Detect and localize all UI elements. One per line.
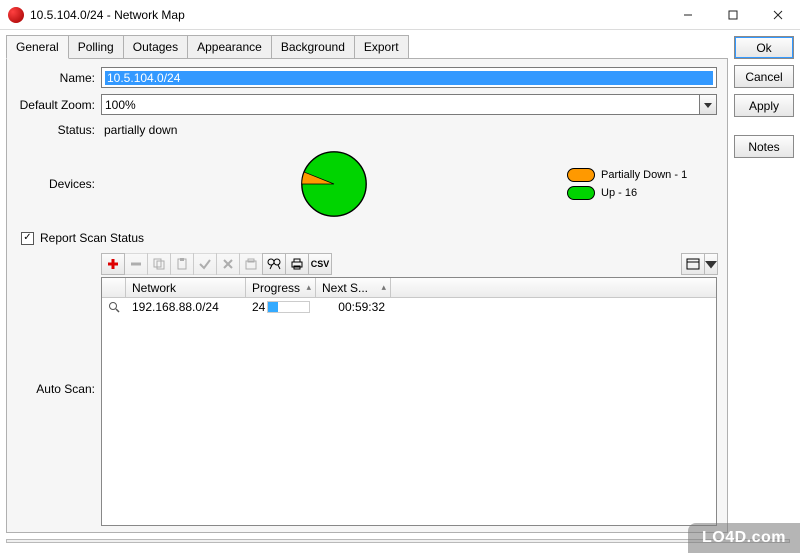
maximize-button[interactable] xyxy=(710,0,755,29)
zoom-dropdown-button[interactable] xyxy=(700,94,717,115)
layout-button[interactable] xyxy=(681,253,705,275)
status-strip xyxy=(6,539,790,543)
name-input[interactable]: 10.5.104.0/24 xyxy=(101,67,717,88)
notes-button[interactable]: Notes xyxy=(734,135,794,158)
remove-button[interactable] xyxy=(124,253,148,275)
autoscan-toolbar: CSV xyxy=(101,251,717,277)
tab-appearance[interactable]: Appearance xyxy=(187,35,272,59)
devices-label: Devices: xyxy=(17,177,101,191)
copy-button[interactable] xyxy=(147,253,171,275)
zoom-label: Default Zoom: xyxy=(17,98,101,112)
col-progress[interactable]: Progress▴ xyxy=(246,278,316,297)
apply-button[interactable]: Apply xyxy=(734,94,794,117)
accept-button[interactable] xyxy=(193,253,217,275)
progress-bar xyxy=(267,301,310,313)
watermark: LO4D.com xyxy=(688,523,800,553)
window-title: 10.5.104.0/24 - Network Map xyxy=(30,8,665,22)
col-next[interactable]: Next S...▴ xyxy=(316,278,391,297)
cancel-button[interactable]: Cancel xyxy=(734,65,794,88)
tab-background[interactable]: Background xyxy=(271,35,355,59)
autoscan-list[interactable]: Network Progress▴ Next S...▴ 192.168.88.… xyxy=(101,277,717,526)
swatch-orange xyxy=(567,168,595,182)
status-value: partially down xyxy=(101,121,717,139)
swatch-green xyxy=(567,186,595,200)
tab-outages[interactable]: Outages xyxy=(123,35,188,59)
name-label: Name: xyxy=(17,71,101,85)
print-button[interactable] xyxy=(285,253,309,275)
status-label: Status: xyxy=(17,123,101,137)
list-header: Network Progress▴ Next S...▴ xyxy=(102,278,716,298)
minimize-button[interactable] xyxy=(665,0,710,29)
paste-button[interactable] xyxy=(170,253,194,275)
devices-legend: Partially Down - 1 Up - 16 xyxy=(567,168,717,200)
legend-up: Up - 16 xyxy=(567,186,717,200)
cell-network: 192.168.88.0/24 xyxy=(126,300,246,314)
col-network[interactable]: Network xyxy=(126,278,246,297)
tab-polling[interactable]: Polling xyxy=(68,35,124,59)
app-icon xyxy=(8,7,24,23)
tab-export[interactable]: Export xyxy=(354,35,409,59)
zoom-input[interactable] xyxy=(101,94,700,115)
legend-partially-down: Partially Down - 1 xyxy=(567,168,717,182)
reject-button[interactable] xyxy=(216,253,240,275)
cell-next: 00:59:32 xyxy=(316,300,391,314)
report-scan-status-label: Report Scan Status xyxy=(40,231,144,245)
autoscan-label: Auto Scan: xyxy=(17,382,101,396)
export-csv-button[interactable]: CSV xyxy=(308,253,332,275)
tab-strip: General Polling Outages Appearance Backg… xyxy=(6,34,728,58)
close-button[interactable] xyxy=(755,0,800,29)
layout-dropdown-button[interactable] xyxy=(704,253,718,275)
devices-pie-chart xyxy=(299,149,369,219)
cell-progress: 24 xyxy=(246,300,316,314)
magnifier-icon xyxy=(108,301,120,313)
ok-button[interactable]: Ok xyxy=(734,36,794,59)
report-scan-status-checkbox[interactable]: ✓ xyxy=(21,232,34,245)
edit-button[interactable] xyxy=(239,253,263,275)
table-row[interactable]: 192.168.88.0/24 24 00:59:32 xyxy=(102,298,716,316)
add-button[interactable] xyxy=(101,253,125,275)
check-icon: ✓ xyxy=(23,233,31,243)
find-button[interactable] xyxy=(262,253,286,275)
tab-general[interactable]: General xyxy=(6,35,69,59)
titlebar: 10.5.104.0/24 - Network Map xyxy=(0,0,800,30)
tab-page-general: Name: 10.5.104.0/24 Default Zoom: Status… xyxy=(6,58,728,533)
